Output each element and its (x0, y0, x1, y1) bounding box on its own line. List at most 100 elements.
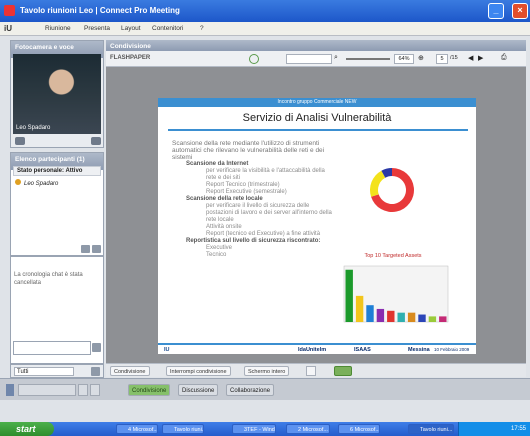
section-heading: Reportistica sul livello di sicurezza ri… (186, 238, 321, 244)
chat-options-icon[interactable] (91, 367, 100, 376)
connect-logo: iU (4, 24, 12, 33)
pie-chart (370, 168, 414, 212)
menu-presenta[interactable]: Presenta (84, 25, 110, 32)
footer-date: 10 Febbraio 2009 (434, 347, 470, 352)
tab-condivisione[interactable]: Condivisione (128, 384, 171, 396)
footer-right-text: Messina (408, 347, 430, 353)
bar-10 (439, 316, 447, 322)
section-heading: Scansione della rete locale (186, 196, 263, 202)
page-total: /15 (450, 55, 458, 61)
minimize-button[interactable]: _ (488, 3, 504, 19)
section-item: per verificare il livello di sicurezza d… (206, 203, 332, 223)
menu-contenitori[interactable]: Contenitori (152, 25, 183, 32)
bar-3 (366, 305, 374, 322)
taskbar-item[interactable]: 4 Microsof... (116, 424, 158, 434)
chat-input[interactable] (13, 341, 91, 355)
pod-options-icon[interactable] (91, 137, 101, 145)
section-item: Executive (206, 245, 233, 251)
chat-recipient-select[interactable]: Tutti (14, 367, 74, 376)
slide-divider (168, 129, 468, 131)
bar-8 (418, 314, 426, 322)
page-number-input[interactable]: 5 (436, 54, 448, 64)
tab-collaborazione[interactable]: Collaborazione (226, 384, 275, 396)
bar-5 (387, 310, 395, 322)
share-controls-bar: Condivisione Interrompi condivisione Sch… (106, 363, 526, 377)
window-title-bar: Tavolo riunioni Leo | Connect Pro Meetin… (0, 0, 530, 22)
refresh-icon[interactable] (249, 54, 259, 64)
share-pod-title: Condivisione (106, 40, 526, 51)
menu-help[interactable]: ? (200, 25, 204, 32)
chat-history-message: La cronologia chat è stata cancellata (14, 272, 83, 286)
menu-riunione[interactable]: Riunione (45, 25, 71, 32)
bar-7 (407, 312, 416, 322)
system-tray: 17:55 (458, 422, 530, 436)
print-icon[interactable]: ⎙ (501, 54, 507, 62)
bar-4 (376, 308, 385, 322)
zoom-level[interactable]: 64% (394, 54, 414, 64)
slide-title: Servizio di Analisi Vulnerabilità (242, 112, 392, 124)
send-message-icon[interactable] (92, 343, 101, 352)
section-item: per verificare la visibilità e l'attacca… (206, 168, 325, 181)
prev-page-icon[interactable]: ◀ (468, 54, 473, 62)
slide-body: Scansione della rete mediante l'utilizzo… (172, 140, 332, 259)
tray-clock: 17:55 (510, 426, 526, 432)
window-title: Tavolo riunioni Leo | Connect Pro Meetin… (20, 6, 180, 15)
bar-2 (355, 295, 364, 322)
share-toolbar: FLASHPAPER ⌕ 64% ⊕ 5 /15 ◀ ▶ ⎙ (106, 51, 526, 67)
section-item: Tecnico (206, 252, 227, 258)
search-input[interactable] (286, 54, 332, 64)
fit-page-icon[interactable]: ⊕ (418, 54, 424, 62)
start-button[interactable]: start (0, 422, 54, 436)
footer-mid-text: ISAAS (354, 347, 371, 353)
menu-bar: iU Riunione Presenta Layout Contenitori … (0, 22, 530, 36)
taskbar-item-active[interactable]: Tavolo riuni... (408, 424, 454, 434)
stop-sharing-button[interactable]: Interrompi condivisione (166, 366, 231, 376)
presentation-slide: Incontro gruppo Commerciale NEW Servizio… (158, 98, 476, 354)
audio-controls[interactable] (18, 384, 76, 396)
taskbar-item[interactable]: 3TEF - Wind... (232, 424, 276, 434)
people-options-icon[interactable] (81, 245, 90, 253)
host-icon (15, 179, 21, 185)
chat-recipient-bar: Tutti (10, 364, 104, 378)
section-item: Report Executive (semestrale) (206, 189, 287, 195)
layout-icon[interactable] (6, 384, 14, 396)
close-button[interactable]: × (512, 3, 528, 19)
microphone-icon[interactable] (15, 137, 25, 145)
sync-status-icon[interactable] (334, 366, 352, 376)
taskbar-item[interactable]: Tavolo riuni... (162, 424, 204, 434)
section-item: Attività onsite (206, 224, 242, 230)
app-icon (4, 5, 15, 16)
taskbar-item[interactable]: 2 Microsof... (286, 424, 330, 434)
bar-chart-title: Top 10 Targeted Assets (364, 253, 421, 259)
sync-icon[interactable] (306, 366, 316, 376)
people-menu-icon[interactable] (92, 245, 101, 253)
taskbar-item[interactable]: 6 Microsof... (338, 424, 380, 434)
zoom-slider[interactable] (346, 58, 390, 60)
footer-logo: IU (164, 347, 170, 353)
camera-toggle-icon[interactable] (78, 384, 88, 396)
pie-slice-1 (370, 170, 386, 197)
tab-discussione[interactable]: Discussione (178, 384, 219, 396)
layout-bar: Condivisione Discussione Collaborazione (0, 378, 530, 400)
bar-9 (428, 316, 437, 322)
bar-chart: Top 10 Targeted Assets (343, 253, 449, 323)
flashpaper-brand: FLASHPAPER (110, 55, 151, 61)
search-icon[interactable]: ⌕ (334, 54, 338, 62)
bar-1 (345, 269, 353, 322)
status-dropdown[interactable]: Stato personale: Attivo (13, 166, 101, 176)
camera-voice-pod: Fotocamera e voce Leo Spadaro (10, 40, 104, 148)
slide-footer: IU IdaUnitelm ISAAS Messina 10 Febbraio … (158, 343, 476, 356)
chat-pod: La cronologia chat è stata cancellata (10, 256, 104, 364)
footer-left-text: IdaUnitelm (298, 347, 327, 353)
slide-intro: Scansione della rete mediante l'utilizzo… (172, 140, 325, 161)
next-page-icon[interactable]: ▶ (478, 54, 483, 62)
attendee-list-pod: Elenco partecipanti (1) Stato personale:… (10, 152, 104, 256)
screen-share-icon[interactable] (90, 384, 100, 396)
section-item: Report Tecnico (trimestrale) (206, 182, 280, 188)
section-item: Report (tecnico ed Executive) a fine att… (206, 231, 321, 237)
attendee-row[interactable]: Leo Spadaro (13, 179, 101, 189)
menu-layout[interactable]: Layout (121, 25, 141, 32)
fullscreen-button[interactable]: Schermo intero (244, 366, 290, 376)
section-heading: Scansione da Internet (186, 161, 249, 167)
share-button[interactable]: Condivisione (110, 366, 150, 376)
